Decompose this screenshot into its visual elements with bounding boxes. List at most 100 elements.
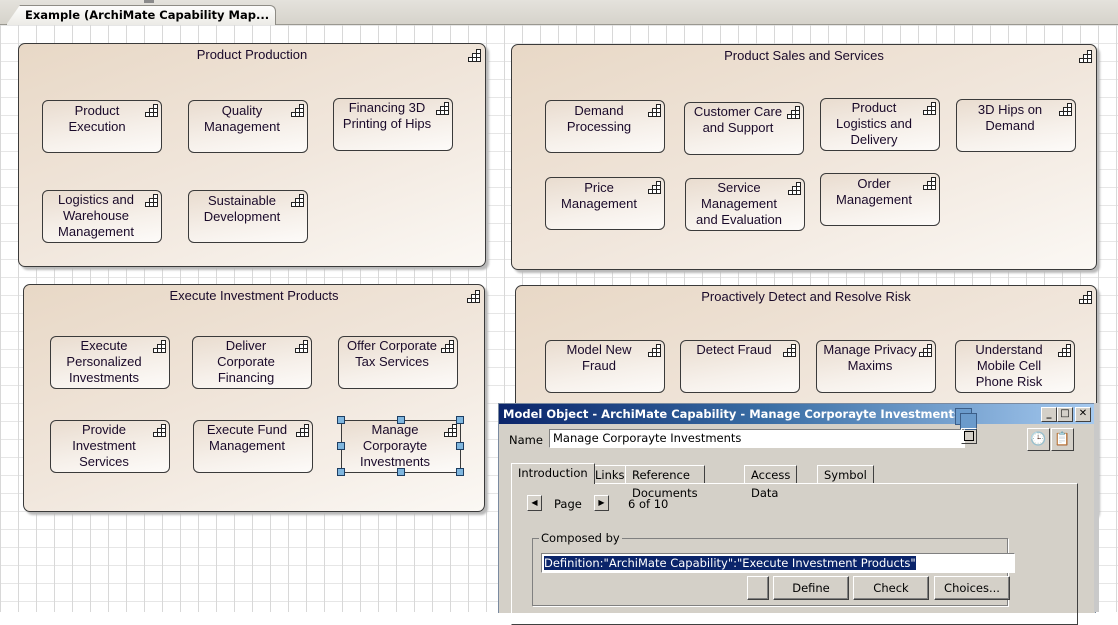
capability-icon	[444, 424, 457, 437]
maximize-button[interactable]: □	[1057, 407, 1073, 422]
tab-reference-documents[interactable]: Reference Documents	[625, 465, 705, 500]
capability-label: Service Management and Evaluation	[695, 180, 782, 227]
name-label: Name	[509, 433, 543, 447]
capability-label: Quality Management	[204, 103, 280, 134]
capability-manage-corporayte-investments-selected[interactable]: Manage Corporayte Investments	[337, 416, 464, 476]
capability-3d-hips-on-demand[interactable]: 3D Hips on Demand	[956, 99, 1076, 152]
capability-label: Execute Fund Management	[206, 422, 288, 453]
capability-price-management[interactable]: Price Management	[545, 177, 665, 230]
capability-icon	[923, 102, 936, 115]
capability-icon	[648, 181, 661, 194]
capability-customer-care-and-support[interactable]: Customer Care and Support	[684, 102, 804, 155]
resize-handle-sw[interactable]	[337, 468, 345, 476]
capability-icon	[788, 182, 801, 195]
document-tab[interactable]: Example (ArchiMate Capability Map...	[6, 5, 277, 25]
composed-by-label: Composed by	[539, 531, 622, 545]
dialog-title-bar[interactable]: Model Object - ArchiMate Capability - Ma…	[499, 404, 1095, 424]
capability-icon	[467, 290, 480, 303]
model-object-dialog[interactable]: Model Object - ArchiMate Capability - Ma…	[498, 403, 1096, 625]
capability-deliver-corporate-financing[interactable]: Deliver Corporate Financing	[192, 336, 312, 389]
resize-handle-n[interactable]	[397, 416, 405, 424]
check-button[interactable]: Check	[853, 576, 929, 600]
capability-icon	[1059, 103, 1072, 116]
tab-access-data[interactable]: Access Data	[744, 465, 798, 500]
introduction-panel: ◀ Page ▶ 6 of 10 Composed by Definition:…	[511, 483, 1078, 625]
capability-icon	[145, 194, 158, 207]
capability-detect-fraud[interactable]: Detect Fraud	[680, 340, 800, 393]
capability-label: Customer Care and Support	[693, 104, 783, 135]
capability-offer-corporate-tax-services[interactable]: Offer Corporate Tax Services	[338, 336, 458, 389]
capability-icon	[648, 104, 661, 117]
capability-logistics-and-warehouse-management[interactable]: Logistics and Warehouse Management	[42, 190, 162, 243]
capability-label: Offer Corporate Tax Services	[346, 338, 438, 369]
capability-provide-investment-services[interactable]: Provide Investment Services	[50, 420, 170, 473]
capability-icon	[291, 104, 304, 117]
capability-label: Order Management	[836, 176, 912, 207]
group-title: Product Production	[196, 47, 308, 62]
group-title: Proactively Detect and Resolve Risk	[701, 289, 911, 304]
composed-by-input[interactable]: Definition:"ArchiMate Capability":"Execu…	[541, 553, 1015, 573]
resize-handle-s[interactable]	[397, 468, 405, 476]
capability-label: 3D Hips on Demand	[977, 102, 1043, 133]
capability-service-management-and-evaluation[interactable]: Service Management and Evaluation	[685, 178, 805, 231]
capability-manage-privacy-maxims[interactable]: Manage Privacy Maxims	[816, 340, 936, 393]
capability-group-product-production[interactable]: Product Production Product Execution Qua…	[18, 43, 486, 267]
choices-button[interactable]: Choices...	[934, 576, 1010, 600]
history-icon[interactable]: 🕒	[1027, 428, 1050, 451]
capability-label: Model New Fraud	[566, 342, 632, 373]
capability-icon	[291, 194, 304, 207]
capability-label: Price Management	[561, 180, 637, 211]
capability-icon	[296, 424, 309, 437]
capability-label: Sustainable Development	[203, 193, 281, 224]
capability-quality-management[interactable]: Quality Management	[188, 100, 308, 153]
composed-by-value: Definition:"ArchiMate Capability":"Execu…	[544, 556, 916, 570]
capability-group-execute-investment-products[interactable]: Execute Investment Products Execute Pers…	[23, 284, 485, 512]
capability-group-product-sales-and-services[interactable]: Product Sales and Services Demand Proces…	[511, 44, 1097, 270]
capability-model-new-fraud[interactable]: Model New Fraud	[545, 340, 665, 393]
capability-icon	[468, 49, 481, 62]
capability-icon	[923, 177, 936, 190]
tab-bar-grip	[144, 0, 154, 3]
resize-handle-nw[interactable]	[337, 416, 345, 424]
name-input[interactable]: Manage Corporayte Investments	[549, 429, 965, 448]
define-button[interactable]: Define	[773, 576, 849, 600]
capability-product-execution[interactable]: Product Execution	[42, 100, 162, 153]
capability-execute-fund-management[interactable]: Execute Fund Management	[193, 420, 313, 473]
capability-icon	[648, 344, 661, 357]
minimize-button[interactable]: _	[1041, 407, 1057, 422]
capability-label: Product Execution	[68, 103, 126, 134]
capability-financing-3d-printing-of-hips[interactable]: Financing 3D Printing of Hips	[333, 98, 453, 151]
capability-label: Detect Fraud	[696, 342, 772, 357]
composed-by-group: Composed by Definition:"ArchiMate Capabi…	[532, 531, 1015, 606]
capability-icon	[787, 106, 800, 119]
previous-page-button[interactable]: ◀	[527, 495, 542, 511]
capability-sustainable-development[interactable]: Sustainable Development	[188, 190, 308, 243]
capability-understand-mobile-cell-phone-risk[interactable]: Understand Mobile Cell Phone Risk	[955, 340, 1075, 393]
resize-handle-e[interactable]	[456, 442, 464, 450]
blank-button[interactable]	[747, 576, 769, 600]
capability-order-management[interactable]: Order Management	[820, 173, 940, 226]
capability-label: Manage Privacy Maxims	[823, 342, 917, 373]
capability-icon	[295, 340, 308, 353]
close-button[interactable]: ✕	[1075, 407, 1091, 422]
resize-handle-ne[interactable]	[456, 416, 464, 424]
capability-icon	[145, 104, 158, 117]
group-title: Execute Investment Products	[169, 288, 339, 303]
resize-handle-se[interactable]	[456, 468, 464, 476]
capability-execute-personalized-investments[interactable]: Execute Personalized Investments	[50, 336, 170, 389]
capability-demand-processing[interactable]: Demand Processing	[545, 100, 665, 153]
capability-icon	[1079, 291, 1092, 304]
capability-label: Execute Personalized Investments	[66, 338, 142, 385]
resize-handle-w[interactable]	[337, 442, 345, 450]
tab-symbol[interactable]: Symbol	[817, 465, 874, 484]
clipboard-icon[interactable]: 📋	[1051, 428, 1074, 451]
next-page-button[interactable]: ▶	[594, 495, 609, 511]
capability-label: Provide Investment Services	[72, 422, 136, 469]
expand-name-button[interactable]	[961, 428, 977, 444]
tab-introduction[interactable]: Introduction	[511, 463, 595, 484]
capability-icon	[783, 344, 796, 357]
dialog-shadow-edge	[1094, 403, 1099, 612]
capability-product-logistics-and-delivery[interactable]: Product Logistics and Delivery	[820, 98, 940, 151]
capability-label: Manage Corporayte Investments	[359, 422, 431, 469]
capability-icon	[919, 344, 932, 357]
